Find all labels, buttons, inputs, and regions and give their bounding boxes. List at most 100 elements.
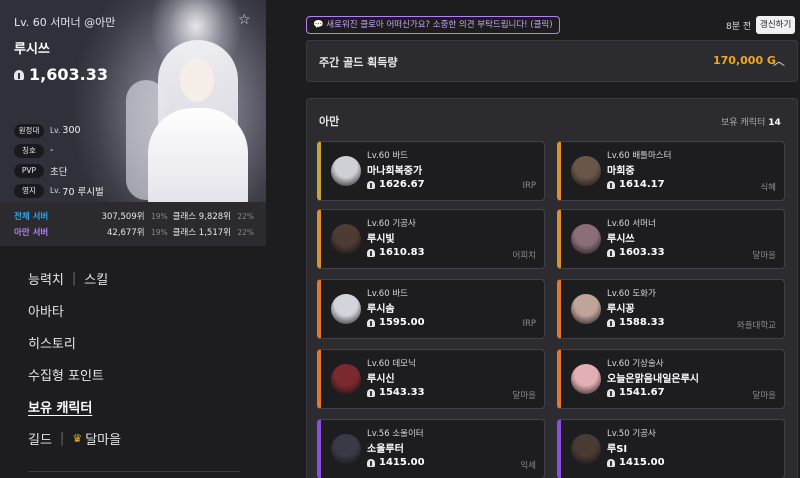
character-level-class: Lv.60 기상술사 (607, 359, 664, 369)
favorite-star-icon[interactable]: ☆ (238, 12, 251, 28)
menu-item-characters[interactable]: 보유 캐릭터 (28, 390, 121, 422)
item-level-value: 1,603.33 (29, 65, 108, 84)
tag-value: - (50, 145, 54, 156)
sidebar-divider (28, 471, 240, 472)
feedback-notice-text: 새로워진 클로아 어떠신가요? 소중한 의견 부탁드립니다! (클릭) (326, 20, 553, 30)
helmet-icon (14, 69, 24, 80)
item-level-value: 1626.67 (379, 179, 425, 190)
character-name: 루시빛 (367, 234, 395, 245)
character-level-class: Lv.60 바드 (367, 289, 408, 299)
character-level-class: Lv.60 기공사 (367, 219, 416, 229)
character-card[interactable]: Lv.60 바드 루시솜 1595.00 IRP (317, 279, 545, 339)
character-item-level: 1595.00 (367, 317, 425, 328)
profile-tags: 원정대 Lv. 300 칭호 - PVP 초단 영지 Lv. 70 루시벌 (14, 122, 104, 202)
menu-item-stats[interactable]: 능력치 (28, 269, 64, 288)
helmet-icon (367, 180, 375, 189)
roster-panel: 아만 보유 캐릭터 14 Lv.60 바드 마나회복중가 1626.67 IRP Lv.6… (306, 98, 798, 478)
character-avatar (571, 294, 601, 324)
tag-pvp: PVP (14, 163, 44, 178)
weekly-gold-panel[interactable]: 주간 골드 획득량 170,000 G ︿ (306, 40, 798, 82)
character-level-class: Lv.60 서머너 (607, 219, 656, 229)
character-count: 보유 캐릭터 14 (721, 115, 781, 128)
item-level: 1,603.33 (14, 65, 115, 84)
ranking-box: 전체 서버 307,509위 19% 클래스 9,828위 22% 아만 서버 … (0, 202, 266, 246)
tag-value: 초단 (50, 166, 68, 178)
level-server: Lv. 60 서머너 @아만 (14, 16, 116, 29)
menu-item-avatar[interactable]: 아바타 (28, 294, 121, 326)
character-guild: 어피치 (512, 251, 536, 261)
character-avatar (331, 224, 361, 254)
helmet-icon (367, 458, 375, 467)
character-name: 루시쓰 (607, 234, 635, 245)
character-card[interactable]: Lv.60 도화가루시꽁 1588.33 와플대학교 (557, 279, 785, 339)
character-card[interactable]: Lv.50 기공사루SI 1415.00 (557, 419, 785, 478)
chevron-up-icon[interactable]: ︿ (773, 52, 785, 69)
character-guild: IRP (522, 319, 536, 329)
tag-row-expedition: 원정대 Lv. 300 (14, 122, 104, 139)
portrait-robe (148, 108, 248, 202)
feedback-notice[interactable]: 💬 새로워진 클로아 어떠신가요? 소중한 의견 부탁드립니다! (클릭) (306, 16, 560, 34)
tag-prefix: Lv. (50, 126, 61, 135)
character-portrait: Lv. 60 서머너 @아만 루시쓰 1,603.33 ☆ 원정대 Lv. 30… (0, 0, 266, 202)
character-card[interactable]: Lv.60 기상술사 오늘은맑음내일은루시 1541.67 달마을 (557, 349, 785, 409)
character-card[interactable]: Lv.60 데모닉 루시신 1543.33 달마을 (317, 349, 545, 409)
item-level-value: 1415.00 (619, 457, 665, 468)
tag-title: 칭호 (14, 143, 44, 158)
tag-prefix: Lv. (50, 186, 61, 195)
menu-item-skills[interactable]: 스킬 (84, 269, 108, 288)
last-updated: 8분 전 (726, 22, 752, 32)
chat-icon: 💬 (313, 20, 324, 30)
menu-stats-skills: 능력치 | 스킬 (28, 262, 121, 294)
rank-row-server: 아만 서버 42,677위 19% 클래스 1,517위 22% (14, 224, 254, 240)
helmet-icon (367, 388, 375, 397)
character-level-class: Lv.60 배틀마스터 (607, 151, 672, 161)
menu-item-guild[interactable]: 길드 (28, 429, 52, 448)
character-name: 루시꽁 (607, 304, 635, 315)
character-guild: 와플대학교 (736, 321, 776, 331)
top-bar: 💬 새로워진 클로아 어떠신가요? 소중한 의견 부탁드립니다! (클릭) 8분… (306, 16, 800, 36)
tag-row-estate: 영지 Lv. 70 루시벌 (14, 182, 104, 199)
tag-row-title: 칭호 - (14, 142, 104, 159)
character-item-level: 1626.67 (367, 179, 425, 190)
guild-name-link[interactable]: 달마을 (85, 429, 121, 448)
main-content: 💬 새로워진 클로아 어떠신가요? 소중한 의견 부탁드립니다! (클릭) 8분… (306, 0, 800, 478)
rank-row-global: 전체 서버 307,509위 19% 클래스 9,828위 22% (14, 208, 254, 224)
character-card[interactable]: Lv.60 서머너 루시쓰 1603.33 달마을 (557, 209, 785, 269)
rank-percent: 19% (150, 227, 168, 237)
character-level-class: Lv.50 기공사 (607, 429, 656, 439)
character-name: 루시쓰 (14, 42, 50, 57)
profile-menu: 능력치 | 스킬 아바타 히스토리 수집형 포인트 보유 캐릭터 길드 | ♛ … (28, 262, 121, 454)
character-level-class: Lv.60 도화가 (607, 289, 656, 299)
class-rank: 클래스 1,517위 (172, 228, 231, 238)
helmet-icon (607, 180, 615, 189)
menu-item-history[interactable]: 히스토리 (28, 326, 121, 358)
character-item-level: 1541.67 (607, 387, 665, 398)
character-card[interactable]: Lv.56 소울이터 소울루터 1415.00 익세 (317, 419, 545, 478)
character-name: 루SI (607, 444, 628, 455)
page: Lv. 60 서머너 @아만 루시쓰 1,603.33 ☆ 원정대 Lv. 30… (0, 0, 800, 478)
character-card[interactable]: Lv.60 바드 마나회복중가 1626.67 IRP (317, 141, 545, 201)
item-level-value: 1610.83 (379, 247, 425, 258)
character-card[interactable]: Lv.60 기공사루시빛 1610.83 어피치 (317, 209, 545, 269)
character-avatar (331, 294, 361, 324)
tag-value: 70 루시벌 (62, 186, 104, 198)
character-name: 루시신 (367, 374, 395, 385)
class-percent: 22% (237, 227, 255, 237)
item-level-value: 1543.33 (379, 387, 425, 398)
refresh-button[interactable]: 갱신하기 (756, 16, 796, 34)
character-avatar (331, 364, 361, 394)
character-item-level: 1588.33 (607, 317, 665, 328)
weekly-gold-label: 주간 골드 획득량 (319, 56, 398, 69)
item-level-value: 1415.00 (379, 457, 425, 468)
server-name: 아만 (319, 115, 340, 128)
character-avatar (571, 364, 601, 394)
helmet-icon (607, 458, 615, 467)
character-item-level: 1610.83 (367, 247, 425, 258)
class-percent: 22% (237, 211, 255, 221)
character-avatar (571, 224, 601, 254)
character-level-class: Lv.56 소울이터 (367, 429, 424, 439)
character-level-class: Lv.60 데모닉 (367, 359, 416, 369)
menu-guild: 길드 | ♛ 달마을 (28, 422, 121, 454)
character-card[interactable]: Lv.60 배틀마스터 마회중 1614.17 식혜 (557, 141, 785, 201)
menu-item-collectibles[interactable]: 수집형 포인트 (28, 358, 121, 390)
